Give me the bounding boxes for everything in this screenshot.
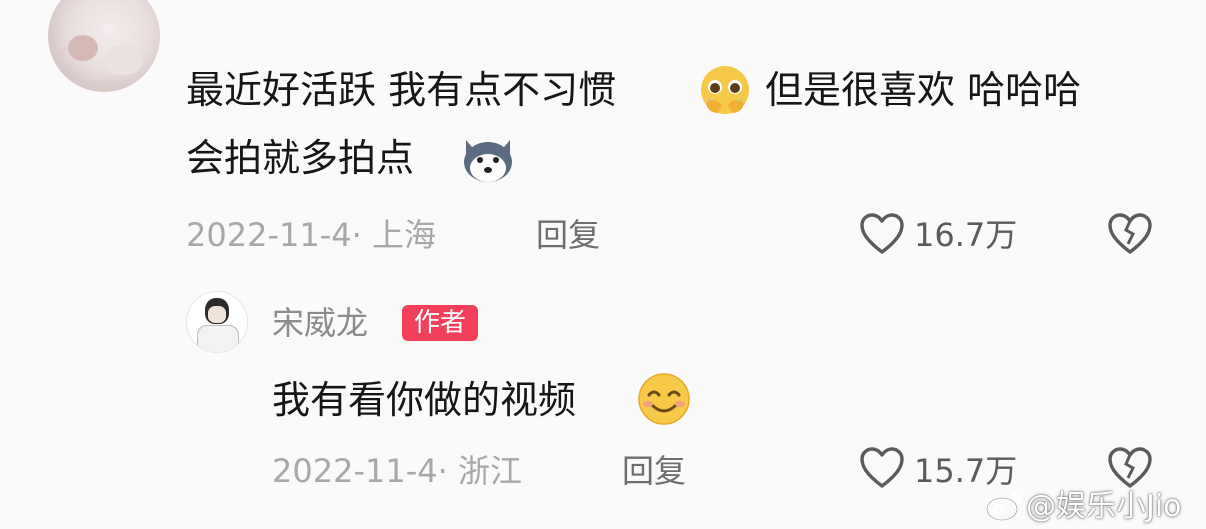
comment-date-location: 2022-11-4· 上海 bbox=[186, 216, 436, 254]
comment-reply-button[interactable]: 回复 bbox=[536, 216, 600, 254]
comment-text-part-2: 但是很喜欢 哈哈哈 bbox=[765, 68, 1082, 112]
comment-text-line-1: 最近好活跃 我有点不习惯 bbox=[186, 68, 616, 112]
reply-like-heart-icon[interactable] bbox=[858, 446, 906, 490]
like-heart-icon[interactable] bbox=[858, 212, 906, 256]
comment-text-part-1: 最近好活跃 我有点不习惯 bbox=[186, 68, 617, 112]
author-badge: 作者 bbox=[402, 305, 479, 341]
reply-like-count: 15.7万 bbox=[914, 452, 1018, 490]
reply-dislike-broken-heart-icon[interactable] bbox=[1106, 446, 1154, 490]
watermark-text: @娱乐小Jio bbox=[1026, 489, 1182, 524]
comment-like-count: 16.7万 bbox=[914, 216, 1018, 254]
comment-text-line-1-cont: 但是很喜欢 哈哈哈 bbox=[765, 68, 1081, 112]
comment-text-line-2: 会拍就多拍点 bbox=[186, 136, 415, 180]
dislike-broken-heart-icon[interactable] bbox=[1106, 212, 1154, 256]
smiling-face-icon bbox=[638, 373, 690, 425]
reply-username[interactable]: 宋威龙 bbox=[272, 304, 368, 342]
author-avatar[interactable] bbox=[186, 291, 248, 353]
weibo-logo-icon bbox=[985, 492, 1022, 522]
reply-reply-button[interactable]: 回复 bbox=[622, 452, 686, 490]
commenter-avatar[interactable] bbox=[48, 0, 160, 92]
reply-date-location: 2022-11-4· 浙江 bbox=[272, 452, 522, 490]
pleading-face-icon bbox=[701, 66, 749, 114]
husky-dog-icon bbox=[464, 140, 512, 182]
reply-text: 我有看你做的视频 bbox=[272, 378, 577, 422]
